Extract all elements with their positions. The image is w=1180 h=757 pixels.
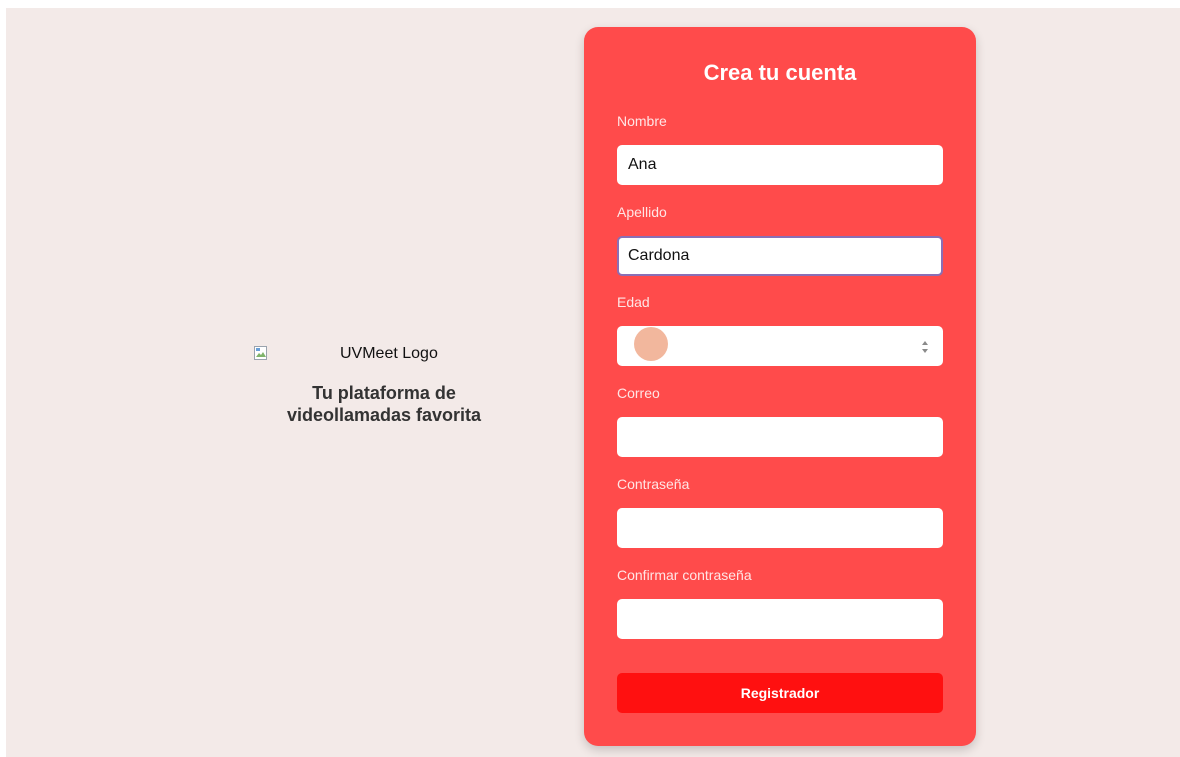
register-button[interactable]: Registrador: [617, 673, 943, 713]
spinner-arrows-icon[interactable]: [920, 338, 930, 356]
nombre-input[interactable]: [617, 145, 943, 185]
confirmar-input[interactable]: [617, 599, 943, 639]
apellido-label: Apellido: [617, 204, 667, 220]
brand-panel: UVMeet Logo Tu plataforma de videollamad…: [254, 344, 514, 425]
correo-input[interactable]: [617, 417, 943, 457]
contrasena-label: Contraseña: [617, 476, 690, 492]
tagline-line-1: Tu plataforma de: [312, 383, 456, 403]
correo-label: Correo: [617, 385, 660, 401]
form-title: Crea tu cuenta: [703, 60, 857, 85]
page-background: UVMeet Logo Tu plataforma de videollamad…: [6, 8, 1180, 757]
tagline-line-2: videollamadas favorita: [286, 405, 482, 425]
signup-card: Crea tu cuenta Nombre Apellido Edad Corr…: [584, 27, 976, 746]
contrasena-input[interactable]: [617, 508, 943, 548]
apellido-input[interactable]: [617, 236, 943, 276]
logo: UVMeet Logo: [254, 344, 514, 364]
confirmar-label: Confirmar contraseña: [617, 567, 752, 583]
logo-alt-text: UVMeet Logo: [340, 345, 438, 362]
edad-input[interactable]: [617, 326, 943, 366]
broken-image-icon: [254, 346, 267, 360]
tagline: Tu plataforma de videollamadas favorita: [254, 382, 514, 426]
edad-label: Edad: [617, 294, 650, 310]
nombre-label: Nombre: [617, 113, 667, 129]
